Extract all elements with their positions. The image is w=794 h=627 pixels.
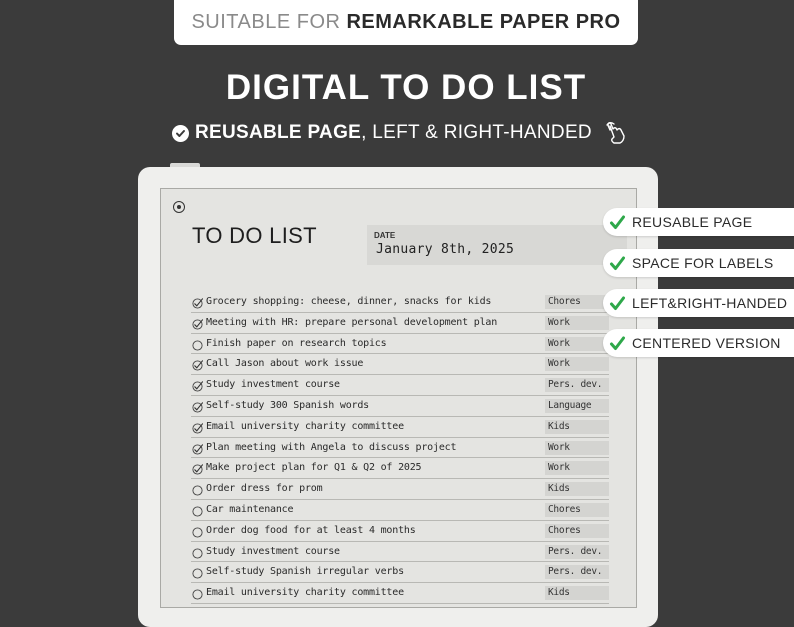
checked-circle-icon[interactable] <box>192 296 204 309</box>
date-field[interactable]: DATE January 8th, 2025 <box>367 225 627 265</box>
task-text: Meeting with HR: prepare personal develo… <box>206 316 498 328</box>
task-row[interactable]: Call Jason about work issue Work <box>191 354 609 376</box>
task-text: Self-study 300 Spanish words <box>206 399 369 411</box>
task-label[interactable]: Pers. dev. <box>545 544 609 559</box>
checked-circle-icon[interactable] <box>192 358 204 371</box>
hand-touch-icon <box>602 120 628 146</box>
green-check-icon <box>609 335 626 352</box>
feature-text: REUSABLE PAGE <box>632 214 753 230</box>
task-text: Email university charity committee <box>206 587 404 599</box>
task-row[interactable]: Grocery shopping: cheese, dinner, snacks… <box>191 292 609 313</box>
task-label[interactable]: Work <box>545 440 609 455</box>
empty-circle-icon[interactable] <box>192 504 203 517</box>
feature-pill: SPACE FOR LABELS <box>603 249 794 277</box>
task-text: Call Jason about work issue <box>206 358 364 370</box>
task-label[interactable]: Pers. dev. <box>545 378 609 393</box>
feature-pill: LEFT&RIGHT-HANDED <box>603 289 794 317</box>
feature-text: LEFT&RIGHT-HANDED <box>632 295 788 311</box>
task-label[interactable]: Work <box>545 357 609 372</box>
subline: REUSABLE PAGE , LEFT & RIGHT-HANDED <box>172 120 628 146</box>
subline-rest: , LEFT & RIGHT-HANDED <box>361 122 592 143</box>
task-row[interactable]: Self-study Spanish irregular verbs Pers. … <box>191 562 609 584</box>
task-label[interactable]: Pers. dev. <box>545 565 609 580</box>
task-label[interactable]: Chores <box>545 502 609 517</box>
task-label[interactable]: Work <box>545 461 609 476</box>
empty-circle-icon[interactable] <box>192 566 203 579</box>
date-label: DATE <box>374 231 396 240</box>
task-row[interactable]: Study investment course Pers. dev. <box>191 542 609 563</box>
task-label[interactable]: Chores <box>545 295 609 309</box>
task-label[interactable]: Kids <box>545 419 609 434</box>
task-text: Self-study Spanish irregular verbs <box>206 566 404 578</box>
checked-circle-icon[interactable] <box>192 379 204 392</box>
task-row[interactable]: Plan meeting with Angela to discuss proj… <box>191 438 609 459</box>
task-row[interactable]: Self-study 300 Spanish words Language <box>191 396 609 417</box>
task-label[interactable]: Kids <box>545 482 609 497</box>
task-text: Grocery shopping: cheese, dinner, snacks… <box>206 296 492 307</box>
task-label[interactable]: Work <box>545 315 609 330</box>
empty-circle-icon[interactable] <box>192 587 203 600</box>
task-row[interactable]: Order dress for prom Kids <box>191 479 609 500</box>
checked-circle-icon[interactable] <box>192 317 204 330</box>
task-row[interactable]: Make project plan for Q1 & Q2 of 2025 Wor… <box>191 458 609 480</box>
task-row[interactable]: Study investment course Pers. dev. <box>191 375 609 396</box>
task-label[interactable]: Language <box>545 398 609 413</box>
task-text: Plan meeting with Angela to discuss proj… <box>206 441 457 453</box>
task-row[interactable]: Meeting with HR: prepare personal develo… <box>191 313 609 334</box>
green-check-icon <box>609 255 626 272</box>
task-label[interactable]: Work <box>545 336 609 351</box>
check-circle-icon <box>172 124 189 142</box>
suitability-banner: SUITABLE FOR REMARKABLE PAPER PRO <box>174 0 638 45</box>
task-list: Grocery shopping: cheese, dinner, snacks… <box>191 292 609 604</box>
checked-circle-icon[interactable] <box>192 421 204 434</box>
checked-circle-icon[interactable] <box>192 442 204 455</box>
subline-bold: REUSABLE PAGE <box>195 122 362 143</box>
task-text: Email university charity committee <box>206 420 404 432</box>
task-label[interactable]: Kids <box>545 586 609 601</box>
task-text: Order dog food for at least 4 months <box>206 524 416 536</box>
green-check-icon <box>609 214 626 231</box>
task-label[interactable]: Chores <box>545 523 609 538</box>
banner-product: REMARKABLE PAPER PRO <box>346 11 621 33</box>
task-text: Car maintenance <box>206 503 294 515</box>
menu-dot-icon[interactable] <box>173 201 185 213</box>
tablet-screen: TO DO LIST DATE January 8th, 2025 Grocer… <box>160 188 637 608</box>
empty-circle-icon[interactable] <box>192 338 203 351</box>
feature-pill: REUSABLE PAGE <box>603 208 794 236</box>
task-row[interactable]: Car maintenance Chores <box>191 500 609 521</box>
task-row[interactable]: Finish paper on research topics Work <box>191 334 609 355</box>
empty-circle-icon[interactable] <box>192 525 203 538</box>
task-row[interactable]: Order dog food for at least 4 months Chor… <box>191 521 609 542</box>
feature-pill: CENTERED VERSION <box>603 329 794 357</box>
task-text: Study investment course <box>206 379 340 391</box>
feature-text: CENTERED VERSION <box>632 335 781 351</box>
feature-text: SPACE FOR LABELS <box>632 255 774 271</box>
checked-circle-icon[interactable] <box>192 462 204 475</box>
task-row[interactable]: Email university charity committee Kids <box>191 583 609 604</box>
task-text: Study investment course <box>206 545 340 557</box>
task-row[interactable]: Email university charity committee Kids <box>191 417 609 438</box>
headline: DIGITAL TO DO LIST <box>225 68 587 107</box>
banner-prefix: SUITABLE FOR <box>191 11 341 33</box>
task-text: Finish paper on research topics <box>206 337 387 349</box>
green-check-icon <box>609 295 626 312</box>
date-value: January 8th, 2025 <box>376 242 515 257</box>
task-text: Make project plan for Q1 & Q2 of 2025 <box>206 462 422 474</box>
task-text: Order dress for prom <box>206 483 323 495</box>
empty-circle-icon[interactable] <box>192 546 203 559</box>
checked-circle-icon[interactable] <box>192 400 204 413</box>
empty-circle-icon[interactable] <box>192 483 203 496</box>
page-title: TO DO LIST <box>192 223 317 248</box>
